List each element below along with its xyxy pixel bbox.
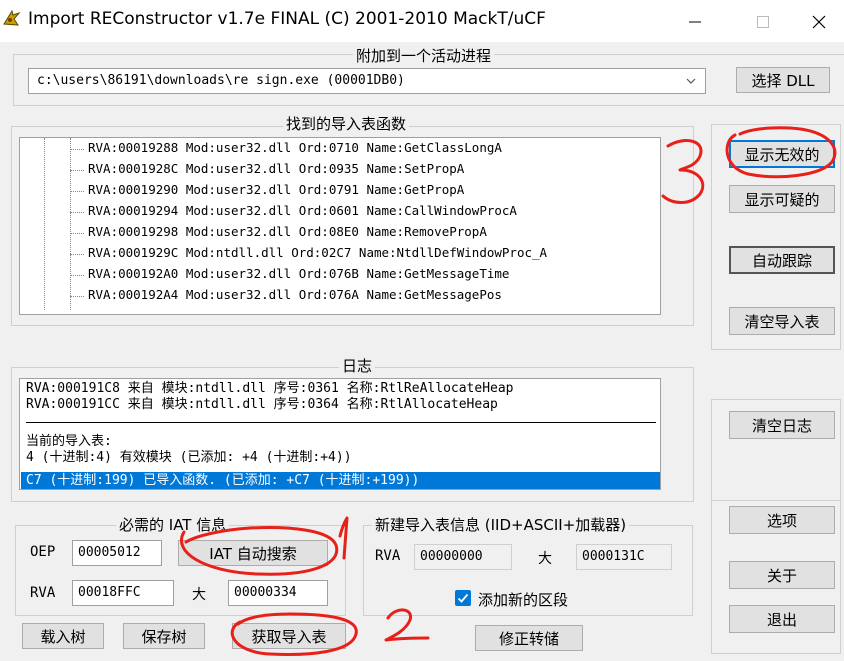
iat-autosearch-button[interactable]: IAT 自动搜索 [178,540,328,566]
save-tree-button[interactable]: 保存树 [123,623,205,649]
window-title: Import REConstructor v1.7e FINAL (C) 200… [28,9,546,29]
tree-item[interactable]: RVA:0001928C Mod:user32.dll Ord:0935 Nam… [88,161,464,181]
tree-branch [70,191,84,192]
app-icon [3,9,21,27]
log-line: RVA:000191CC 来自 模块:ntdll.dll 序号:0364 名称:… [26,397,498,412]
maximize-button[interactable] [740,6,786,36]
oep-label: OEP [30,544,56,560]
tree-branch [70,275,84,276]
maximize-icon [757,16,769,28]
iat-group-title: 必需的 IAT 信息 [116,514,230,535]
process-value: c:\users\86191\downloads\re sign.exe (00… [37,73,405,88]
tree-branch [70,296,84,297]
imports-group-title: 找到的导入表函数 [283,113,410,134]
fix-dump-button[interactable]: 修正转储 [475,625,583,651]
iat-rva-input[interactable]: 00018FFC [72,580,174,606]
about-button[interactable]: 关于 [729,561,835,589]
auto-trace-toggle[interactable]: 自动跟踪 [729,246,835,274]
get-imports-button[interactable]: 获取导入表 [232,623,346,649]
show-invalid-button[interactable]: 显示无效的 [729,140,835,168]
add-section-checkbox[interactable] [455,590,471,606]
tree-item[interactable]: RVA:000192A0 Mod:user32.dll Ord:076B Nam… [88,266,509,286]
new-rva-field: 00000000 [414,544,512,570]
log-line: 4 (十进制:4) 有效模块 (已添加: +4 (十进制:+4)) [26,450,352,465]
log-divider [26,422,656,423]
new-size-label: 大 [538,551,552,567]
tree-branch [70,212,84,213]
tree-branch [70,170,84,171]
close-button[interactable] [796,6,842,36]
pick-dll-button[interactable]: 选择 DLL [736,67,830,93]
tree-connector [44,138,45,310]
imports-tree[interactable]: RVA:00019288 Mod:user32.dll Ord:0710 Nam… [19,137,661,315]
new-size-field: 0000131C [576,544,672,570]
clear-imports-button[interactable]: 清空导入表 [729,307,835,335]
process-combobox[interactable]: c:\users\86191\downloads\re sign.exe (00… [28,68,706,94]
tree-item[interactable]: RVA:0001929C Mod:ntdll.dll Ord:02C7 Name… [88,245,547,265]
tree-branch [70,254,84,255]
options-button[interactable]: 选项 [729,506,835,534]
chevron-down-icon [686,78,696,84]
tree-item[interactable]: RVA:00019290 Mod:user32.dll Ord:0791 Nam… [88,182,464,202]
title-bar: Import REConstructor v1.7e FINAL (C) 200… [0,0,844,42]
log-line: RVA:000191C8 来自 模块:ntdll.dll 序号:0361 名称:… [26,381,514,396]
add-section-label: 添加新的区段 [478,591,569,609]
load-tree-button[interactable]: 载入树 [22,623,104,649]
tree-branch [70,149,84,150]
iat-size-input[interactable]: 00000334 [228,580,328,606]
tree-branch [70,233,84,234]
new-rva-label: RVA [375,548,401,564]
tree-item[interactable]: RVA:00019288 Mod:user32.dll Ord:0710 Nam… [88,140,502,160]
log-line-selected: C7 (十进制:199) 已导入函数. (已添加: +C7 (十进制:+199)… [26,473,420,488]
checkmark-icon [457,593,469,603]
tree-item[interactable]: RVA:00019298 Mod:user32.dll Ord:08E0 Nam… [88,224,487,244]
rva-label: RVA [30,585,56,601]
client-area: 附加到一个活动进程 c:\users\86191\downloads\re si… [0,42,844,661]
tree-item[interactable]: RVA:000192A4 Mod:user32.dll Ord:076A Nam… [88,287,502,307]
tree-item[interactable]: RVA:00019294 Mod:user32.dll Ord:0601 Nam… [88,203,517,223]
log-listbox[interactable]: RVA:000191C8 来自 模块:ntdll.dll 序号:0361 名称:… [19,378,661,490]
new-import-group-title: 新建导入表信息 (IID+ASCII+加载器) [372,514,630,535]
show-suspect-button[interactable]: 显示可疑的 [729,185,835,213]
minimize-icon [689,21,701,23]
exit-button[interactable]: 退出 [729,605,835,633]
log-group-title: 日志 [339,355,376,376]
log-line: 当前的导入表: [26,434,112,449]
size-label: 大 [192,587,206,603]
clear-log-button[interactable]: 清空日志 [729,411,835,439]
minimize-button[interactable] [672,6,718,36]
process-group-title: 附加到一个活动进程 [353,45,495,66]
tree-connector [70,138,71,310]
oep-input[interactable]: 00005012 [72,540,162,566]
close-icon [812,15,826,29]
